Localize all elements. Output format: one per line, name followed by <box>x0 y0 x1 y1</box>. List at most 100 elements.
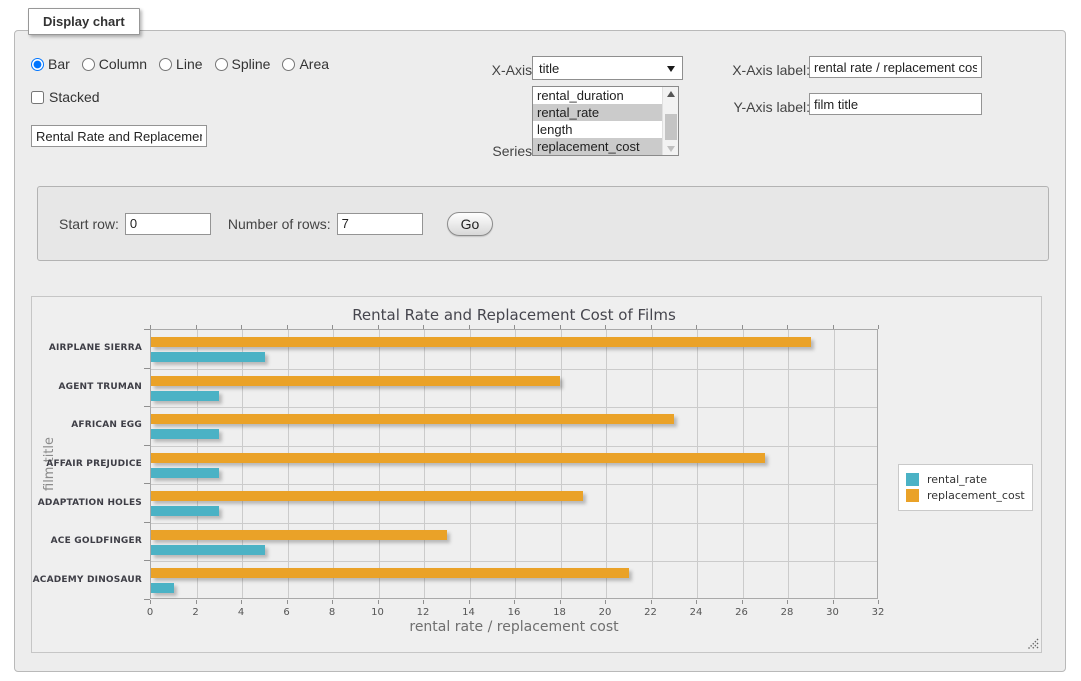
x-tick-label: 6 <box>272 607 302 618</box>
series-option-rental_duration[interactable]: rental_duration <box>533 87 662 104</box>
x-tick-label: 12 <box>408 607 438 618</box>
gridline-vertical <box>197 330 198 598</box>
chart-type-option-spline[interactable]: Spline <box>215 56 271 72</box>
gridline-horizontal <box>151 369 877 370</box>
bar-rental_rate <box>151 506 219 516</box>
gridline-horizontal <box>151 407 877 408</box>
x-tick-mark <box>878 600 879 604</box>
x-tick-mark <box>241 600 242 604</box>
series-option-rental_rate[interactable]: rental_rate <box>533 104 662 121</box>
yaxis-label-field-label: Y-Axis label: <box>715 99 810 115</box>
gridline-vertical <box>788 330 789 598</box>
x-tick-mark <box>378 600 379 604</box>
scroll-up-button[interactable] <box>663 87 679 100</box>
chart-type-radio-spline[interactable] <box>215 58 228 71</box>
chart-type-options: Bar Column Line Spline Area <box>31 56 341 72</box>
x-tick-mark <box>287 325 288 329</box>
y-tick-mark <box>144 406 150 407</box>
arrow-down-icon <box>667 146 675 152</box>
chart-type-radio-column[interactable] <box>82 58 95 71</box>
x-tick-label: 26 <box>727 607 757 618</box>
y-category-label: ACADEMY DINOSAUR <box>32 575 142 585</box>
series-scrollbar[interactable] <box>662 87 678 155</box>
x-tick-label: 22 <box>636 607 666 618</box>
gridline-vertical <box>515 330 516 598</box>
x-tick-mark <box>196 325 197 329</box>
gridline-horizontal <box>151 484 877 485</box>
bar-replacement_cost <box>151 414 674 424</box>
chevron-down-icon <box>667 66 675 72</box>
chart-type-option-line[interactable]: Line <box>159 56 202 72</box>
chart-title: Rental Rate and Replacement Cost of Film… <box>150 306 878 324</box>
series-option-replacement_cost[interactable]: replacement_cost <box>533 138 662 155</box>
bar-rental_rate <box>151 583 174 593</box>
xaxis-select-label: X-Axis: <box>431 62 536 78</box>
x-tick-mark <box>696 325 697 329</box>
legend-swatch <box>906 489 919 502</box>
stacked-option[interactable]: Stacked <box>31 89 100 105</box>
x-tick-mark <box>150 600 151 604</box>
xaxis-label-input[interactable] <box>809 56 982 78</box>
x-tick-mark <box>560 325 561 329</box>
yaxis-label-input[interactable] <box>809 93 982 115</box>
series-option-length[interactable]: length <box>533 121 662 138</box>
x-tick-mark <box>423 600 424 604</box>
chart-type-option-label: Bar <box>48 56 70 72</box>
gridline-horizontal <box>151 561 877 562</box>
stacked-checkbox[interactable] <box>31 91 44 104</box>
bar-replacement_cost <box>151 530 447 540</box>
x-tick-label: 24 <box>681 607 711 618</box>
x-tick-mark <box>423 325 424 329</box>
start-row-label: Start row: <box>59 216 119 232</box>
x-tick-label: 10 <box>363 607 393 618</box>
gridline-vertical <box>652 330 653 598</box>
chart-type-option-column[interactable]: Column <box>82 56 147 72</box>
x-tick-mark <box>833 600 834 604</box>
y-category-label: AIRPLANE SIERRA <box>32 343 142 353</box>
x-tick-mark <box>514 600 515 604</box>
chart-panel: Rental Rate and Replacement Cost of Film… <box>31 296 1042 653</box>
stacked-label: Stacked <box>49 89 100 105</box>
gridline-vertical <box>470 330 471 598</box>
gridline-vertical <box>606 330 607 598</box>
gridline-vertical <box>424 330 425 598</box>
x-tick-mark <box>605 600 606 604</box>
gridline-vertical <box>743 330 744 598</box>
y-category-label: AGENT TRUMAN <box>32 382 142 392</box>
gridline-vertical <box>697 330 698 598</box>
x-tick-mark <box>196 600 197 604</box>
y-category-label: ADAPTATION HOLES <box>32 498 142 508</box>
x-tick-mark <box>287 600 288 604</box>
chart-type-radio-bar[interactable] <box>31 58 44 71</box>
x-tick-mark <box>332 325 333 329</box>
chart-type-option-label: Column <box>99 56 147 72</box>
gridline-vertical <box>333 330 334 598</box>
x-tick-mark <box>878 325 879 329</box>
chart-xlabel: rental rate / replacement cost <box>150 619 878 635</box>
y-tick-mark <box>144 522 150 523</box>
chart-title-input[interactable] <box>31 125 207 147</box>
x-tick-mark <box>651 600 652 604</box>
scrollbar-thumb[interactable] <box>665 114 677 140</box>
xaxis-selected-value: title <box>539 61 559 76</box>
xaxis-select[interactable]: title <box>532 56 683 80</box>
x-tick-mark <box>560 600 561 604</box>
legend-swatch <box>906 473 919 486</box>
series-select[interactable]: rental_durationrental_ratelengthreplacem… <box>532 86 679 156</box>
scroll-down-button[interactable] <box>663 142 679 155</box>
num-rows-input[interactable] <box>337 213 423 235</box>
chart-type-option-bar[interactable]: Bar <box>31 56 70 72</box>
bar-replacement_cost <box>151 337 811 347</box>
chart-type-option-area[interactable]: Area <box>282 56 329 72</box>
x-tick-label: 14 <box>454 607 484 618</box>
x-tick-mark <box>787 600 788 604</box>
y-tick-mark <box>144 368 150 369</box>
chart-type-radio-line[interactable] <box>159 58 172 71</box>
x-tick-mark <box>787 325 788 329</box>
chart-type-radio-area[interactable] <box>282 58 295 71</box>
bar-rental_rate <box>151 429 219 439</box>
start-row-input[interactable] <box>125 213 211 235</box>
resize-grip-icon[interactable] <box>1027 638 1039 650</box>
go-button[interactable]: Go <box>447 212 494 236</box>
display-chart-page: Display chart BarColumnLineSplineArea St… <box>0 0 1081 681</box>
